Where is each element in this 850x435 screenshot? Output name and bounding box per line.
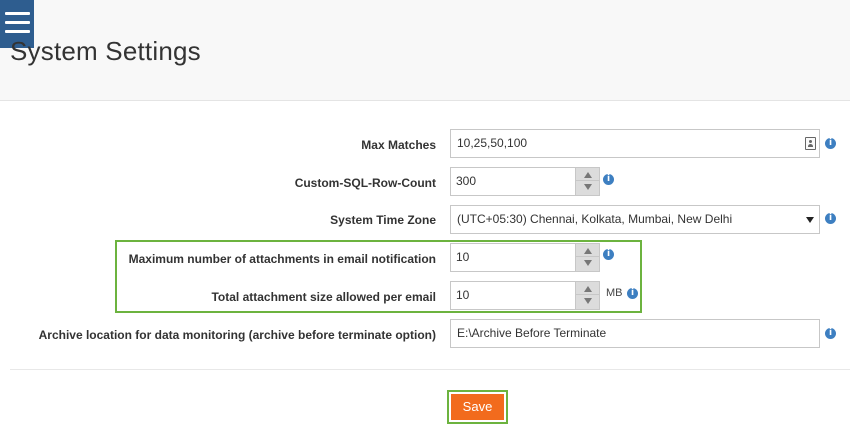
dropdown-arrow-icon[interactable] <box>806 217 814 223</box>
contact-card-icon[interactable] <box>805 137 816 150</box>
spin-down-button[interactable] <box>576 295 600 308</box>
system-time-zone-value: (UTC+05:30) Chennai, Kolkata, Mumbai, Ne… <box>457 212 733 226</box>
chevron-down-icon <box>584 184 592 190</box>
page-title: System Settings <box>10 36 201 66</box>
system-time-zone-select[interactable]: (UTC+05:30) Chennai, Kolkata, Mumbai, Ne… <box>450 205 820 234</box>
spin-up-button[interactable] <box>576 244 600 257</box>
chevron-up-icon <box>584 286 592 292</box>
custom-sql-row-count-spinner <box>575 168 600 195</box>
chevron-down-icon <box>584 298 592 304</box>
save-button[interactable]: Save <box>451 394 504 420</box>
system-time-zone-info-icon[interactable]: i <box>825 213 836 224</box>
total-attachment-size-input[interactable]: 10 <box>450 281 600 310</box>
total-attachment-size-info-icon[interactable]: i <box>627 288 638 299</box>
max-matches-input[interactable]: 10,25,50,100 <box>450 129 820 158</box>
max-attachments-info-icon[interactable]: i <box>603 249 614 260</box>
page-header: System Settings <box>0 0 850 101</box>
system-time-zone-label: System Time Zone <box>330 213 436 227</box>
max-attachments-input[interactable]: 10 <box>450 243 600 272</box>
chevron-up-icon <box>584 248 592 254</box>
max-attachments-value: 10 <box>456 250 470 264</box>
form-divider <box>10 369 850 370</box>
spin-up-button[interactable] <box>576 282 600 295</box>
max-attachments-spinner <box>575 244 600 271</box>
custom-sql-row-count-value: 300 <box>456 174 477 188</box>
custom-sql-row-count-info-icon[interactable]: i <box>603 174 614 185</box>
max-matches-value: 10,25,50,100 <box>457 136 528 150</box>
total-attachment-size-value: 10 <box>456 288 470 302</box>
max-matches-info-icon[interactable]: i <box>825 138 836 149</box>
archive-location-input[interactable]: E:\Archive Before Terminate <box>450 319 820 348</box>
archive-location-label: Archive location for data monitoring (ar… <box>38 328 436 342</box>
archive-location-info-icon[interactable]: i <box>825 328 836 339</box>
custom-sql-row-count-label: Custom-SQL-Row-Count <box>294 176 436 190</box>
archive-location-value: E:\Archive Before Terminate <box>457 326 607 340</box>
max-matches-label: Max Matches <box>361 138 436 152</box>
max-attachments-label: Maximum number of attachments in email n… <box>128 252 436 266</box>
chevron-up-icon <box>584 172 592 178</box>
spin-down-button[interactable] <box>576 181 600 194</box>
total-attachment-size-spinner <box>575 282 600 309</box>
spin-down-button[interactable] <box>576 257 600 270</box>
chevron-down-icon <box>584 260 592 266</box>
custom-sql-row-count-input[interactable]: 300 <box>450 167 600 196</box>
total-attachment-size-label: Total attachment size allowed per email <box>211 290 436 304</box>
save-button-highlight: Save <box>447 390 508 424</box>
size-unit-label: MB <box>606 287 623 299</box>
spin-up-button[interactable] <box>576 168 600 181</box>
